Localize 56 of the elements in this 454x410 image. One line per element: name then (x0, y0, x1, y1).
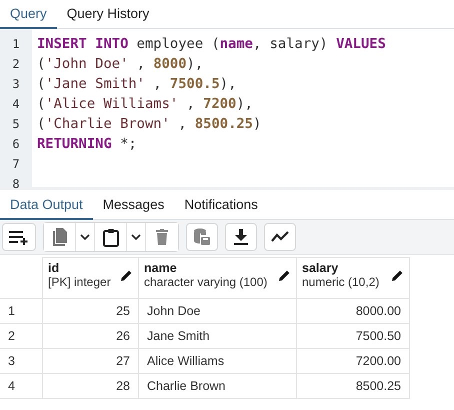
trash-icon (156, 229, 168, 245)
line-number: 3 (11, 76, 21, 93)
row-number: 4 (0, 374, 42, 398)
table-cell: Jane Smith (138, 324, 296, 348)
table-cell: 25 (42, 298, 138, 324)
caret-icon (131, 234, 141, 240)
graph-button[interactable] (264, 223, 296, 251)
download-icon (234, 229, 248, 245)
table-cell: 7500.50 (296, 324, 410, 348)
table-cell: Charlie Brown (138, 374, 296, 398)
add-row-button[interactable] (2, 223, 36, 251)
table-cell: Alice Williams (138, 348, 296, 374)
column-type: numeric (10,2) (302, 275, 380, 289)
line-number: 2 (11, 56, 21, 73)
line-number: 7 (11, 156, 21, 173)
code-line: ('John Doe' , 8000), (37, 56, 204, 72)
table-cell: 8500.25 (296, 374, 410, 398)
download-button[interactable] (225, 223, 257, 251)
row-number: 1 (0, 298, 42, 324)
save-data-button[interactable] (186, 223, 218, 251)
tab[interactable]: Messages (92, 191, 174, 220)
table-cell: John Doe (138, 298, 296, 324)
line-number: 6 (11, 136, 21, 153)
column-name: id (48, 261, 60, 275)
copy-icon (52, 228, 68, 246)
row-number: 2 (0, 324, 42, 348)
column-type: character varying (100) (144, 275, 268, 289)
column-name: salary (302, 261, 340, 275)
column-name: name (144, 261, 178, 275)
code-line: ('Jane Smith' , 7500.5), (37, 76, 236, 92)
line-number: 8 (11, 176, 21, 193)
add-row-icon (8, 229, 30, 245)
pencil-icon[interactable] (121, 270, 132, 280)
table-cell: 26 (42, 324, 138, 348)
code-line: ('Charlie Brown' , 8500.25) (37, 116, 262, 132)
caret-icon (80, 234, 90, 240)
table-cell: 8000.00 (296, 298, 410, 324)
line-number: 1 (11, 36, 21, 53)
tab[interactable]: Query History (56, 0, 160, 29)
code-line: RETURNING *; (37, 136, 137, 152)
line-graph-icon (271, 231, 289, 243)
table-cell: 7200.00 (296, 348, 410, 374)
copy-button[interactable] (44, 223, 76, 251)
pencil-icon[interactable] (392, 270, 403, 280)
table-cell: 27 (42, 348, 138, 374)
row-number: 3 (0, 348, 42, 374)
line-number: 5 (11, 116, 21, 133)
line-number: 4 (11, 96, 21, 113)
clipboard-icon (102, 228, 118, 246)
database-icon (193, 228, 211, 246)
table-cell: 28 (42, 374, 138, 398)
column-type: [PK] integer (48, 275, 112, 289)
pencil-icon[interactable] (279, 270, 290, 280)
code-line: ('Alice Williams' , 7200), (37, 96, 253, 112)
tab[interactable]: Notifications (174, 191, 268, 220)
code-line: INSERT INTO employee (name, salary) VALUES (37, 36, 386, 52)
